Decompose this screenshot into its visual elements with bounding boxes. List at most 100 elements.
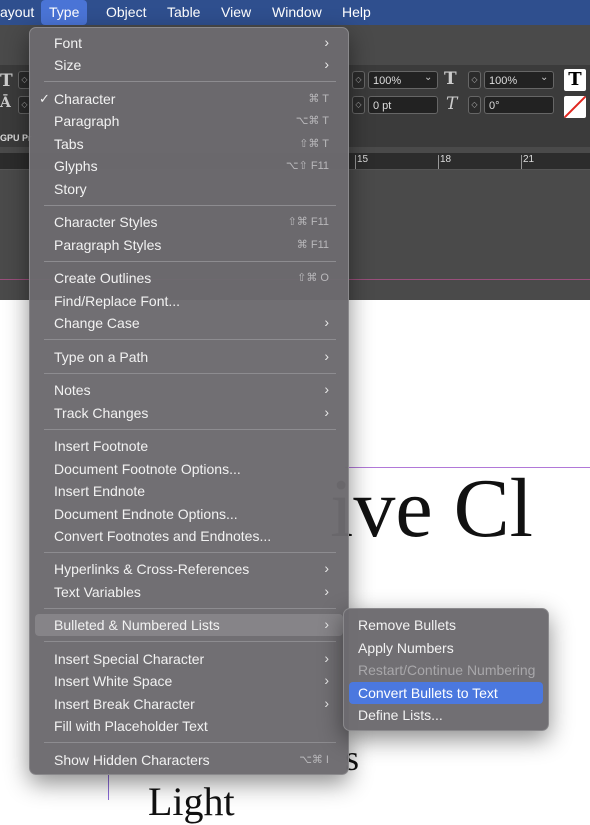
menu-item-shortcut: ⇧⌘ O [297, 272, 329, 284]
menu-item-document-footnote-options[interactable]: Document Footnote Options... [35, 458, 343, 480]
skew-stepper[interactable]: ◇ [468, 96, 481, 114]
menu-item-label: Insert Footnote [54, 438, 149, 454]
menu-item-text-variables[interactable]: Text Variables › [35, 581, 343, 603]
gpu-label: GPU Pr [0, 133, 32, 143]
menu-item-glyphs[interactable]: Glyphs ⌥⇧ F11 [35, 155, 343, 177]
menu-item-label: Document Endnote Options... [54, 506, 238, 522]
menu-item-label: Track Changes [54, 405, 149, 421]
menu-separator [44, 641, 336, 642]
menu-item-insert-special-character[interactable]: Insert Special Character › [35, 648, 343, 670]
chevron-down-icon[interactable]: ⌄ [424, 72, 432, 83]
baseline-stepper[interactable]: ◇ [352, 96, 365, 114]
menu-separator [44, 205, 336, 206]
menu-item-label: Tabs [54, 136, 84, 152]
menu-view[interactable]: View [221, 0, 251, 25]
menu-item-label: Text Variables [54, 584, 141, 600]
submenu-item-label: Remove Bullets [358, 617, 457, 633]
menu-item-story[interactable]: Story [35, 178, 343, 200]
chevron-right-icon: › [324, 348, 329, 364]
lists-submenu: Remove Bullets Apply Numbers Restart/Con… [343, 608, 549, 731]
submenu-item-restart-continue-numbering: Restart/Continue Numbering [349, 659, 543, 681]
document-body-text[interactable]: Light [148, 778, 235, 825]
menu-item-label: Paragraph [54, 113, 120, 129]
menu-bar: ayout Type Object Table View Window Help [0, 0, 590, 25]
menu-item-bulleted-numbered-lists[interactable]: Bulleted & Numbered Lists › [35, 614, 343, 636]
menu-window[interactable]: Window [272, 0, 322, 25]
chevron-down-icon[interactable]: ⌄ [540, 72, 548, 83]
menu-item-tabs[interactable]: Tabs ⇧⌘ T [35, 133, 343, 155]
ruler-mark: 15 [357, 154, 369, 165]
skew-icon: T [446, 94, 458, 114]
menu-separator [44, 261, 336, 262]
scale-y-stepper[interactable]: ◇ [468, 71, 481, 89]
menu-item-change-case[interactable]: Change Case › [35, 312, 343, 334]
menu-separator [44, 608, 336, 609]
menu-help[interactable]: Help [342, 0, 371, 25]
submenu-item-remove-bullets[interactable]: Remove Bullets [349, 614, 543, 636]
menu-item-label: Insert Special Character [54, 651, 205, 667]
type-menu: Font › Size › ✓ Character ⌘ T Paragraph ⌥⌘ T … [29, 27, 349, 775]
menu-item-label: Hyperlinks & Cross-References [54, 561, 250, 577]
menu-item-label: Show Hidden Characters [54, 752, 210, 768]
chevron-right-icon: › [324, 616, 329, 632]
chevron-right-icon: › [324, 695, 329, 711]
menu-object[interactable]: Object [106, 0, 146, 25]
menu-item-paragraph[interactable]: Paragraph ⌥⌘ T [35, 110, 343, 132]
menu-item-label: Create Outlines [54, 270, 152, 286]
menu-item-insert-footnote[interactable]: Insert Footnote [35, 435, 343, 457]
text-fill-icon[interactable]: T [564, 69, 586, 91]
menu-item-label: Paragraph Styles [54, 237, 162, 253]
menu-table[interactable]: Table [167, 0, 200, 25]
menu-item-convert-footnotes-endnotes[interactable]: Convert Footnotes and Endnotes... [35, 525, 343, 547]
menu-item-notes[interactable]: Notes › [35, 379, 343, 401]
chevron-right-icon: › [324, 381, 329, 397]
document-heading-text[interactable]: ive Cl [330, 460, 533, 557]
vertical-scale-icon: T [444, 69, 457, 89]
scale-x-stepper[interactable]: ◇ [352, 71, 365, 89]
chevron-right-icon: › [324, 672, 329, 688]
submenu-item-convert-bullets-to-text[interactable]: Convert Bullets to Text [349, 682, 543, 704]
menu-item-track-changes[interactable]: Track Changes › [35, 402, 343, 424]
baseline-shift-field[interactable]: 0 pt [368, 96, 438, 114]
menu-item-character[interactable]: ✓ Character ⌘ T [35, 88, 343, 110]
menu-item-label: Change Case [54, 315, 140, 331]
submenu-item-label: Apply Numbers [358, 640, 454, 656]
menu-item-size[interactable]: Size › [35, 54, 343, 76]
submenu-item-apply-numbers[interactable]: Apply Numbers [349, 637, 543, 659]
menu-item-show-hidden-characters[interactable]: Show Hidden Characters ⌥⌘ I [35, 749, 343, 771]
menu-item-paragraph-styles[interactable]: Paragraph Styles ⌘ F11 [35, 234, 343, 256]
text-stroke-none-icon[interactable] [564, 96, 586, 118]
menu-item-label: Insert Break Character [54, 696, 195, 712]
menu-item-insert-endnote[interactable]: Insert Endnote [35, 480, 343, 502]
menu-item-label: Document Footnote Options... [54, 461, 241, 477]
menu-item-label: Font [54, 35, 83, 51]
ruler-mark: 21 [523, 154, 535, 165]
menu-item-document-endnote-options[interactable]: Document Endnote Options... [35, 503, 343, 525]
menu-item-label: Story [54, 181, 87, 197]
skew-field[interactable]: 0° [484, 96, 554, 114]
menu-item-type-on-path[interactable]: Type on a Path › [35, 346, 343, 368]
menu-item-shortcut: ⌘ F11 [296, 239, 329, 251]
menu-item-fill-placeholder-text[interactable]: Fill with Placeholder Text [35, 715, 343, 737]
menu-layout[interactable]: ayout [0, 0, 34, 25]
ruler-tick [521, 155, 522, 169]
chevron-right-icon: › [324, 314, 329, 330]
submenu-item-define-lists[interactable]: Define Lists... [349, 704, 543, 726]
menu-separator [44, 339, 336, 340]
menu-item-character-styles[interactable]: Character Styles ⇧⌘ F11 [35, 211, 343, 233]
menu-item-find-replace-font[interactable]: Find/Replace Font... [35, 290, 343, 312]
checkmark-icon: ✓ [39, 91, 50, 106]
menu-item-shortcut: ⌥⇧ F11 [285, 160, 329, 172]
menu-item-hyperlinks-cross-references[interactable]: Hyperlinks & Cross-References › [35, 558, 343, 580]
menu-item-font[interactable]: Font › [35, 32, 343, 54]
submenu-item-label: Convert Bullets to Text [358, 685, 498, 701]
menu-type[interactable]: Type [41, 0, 88, 25]
menu-item-insert-break-character[interactable]: Insert Break Character › [35, 693, 343, 715]
menu-item-create-outlines[interactable]: Create Outlines ⇧⌘ O [35, 267, 343, 289]
ruler-tick [355, 155, 356, 169]
submenu-item-label: Restart/Continue Numbering [358, 662, 536, 678]
menu-item-label: Character [54, 91, 116, 107]
menu-item-insert-white-space[interactable]: Insert White Space › [35, 670, 343, 692]
menu-item-shortcut: ⇧⌘ F11 [287, 216, 329, 228]
chevron-right-icon: › [324, 404, 329, 420]
